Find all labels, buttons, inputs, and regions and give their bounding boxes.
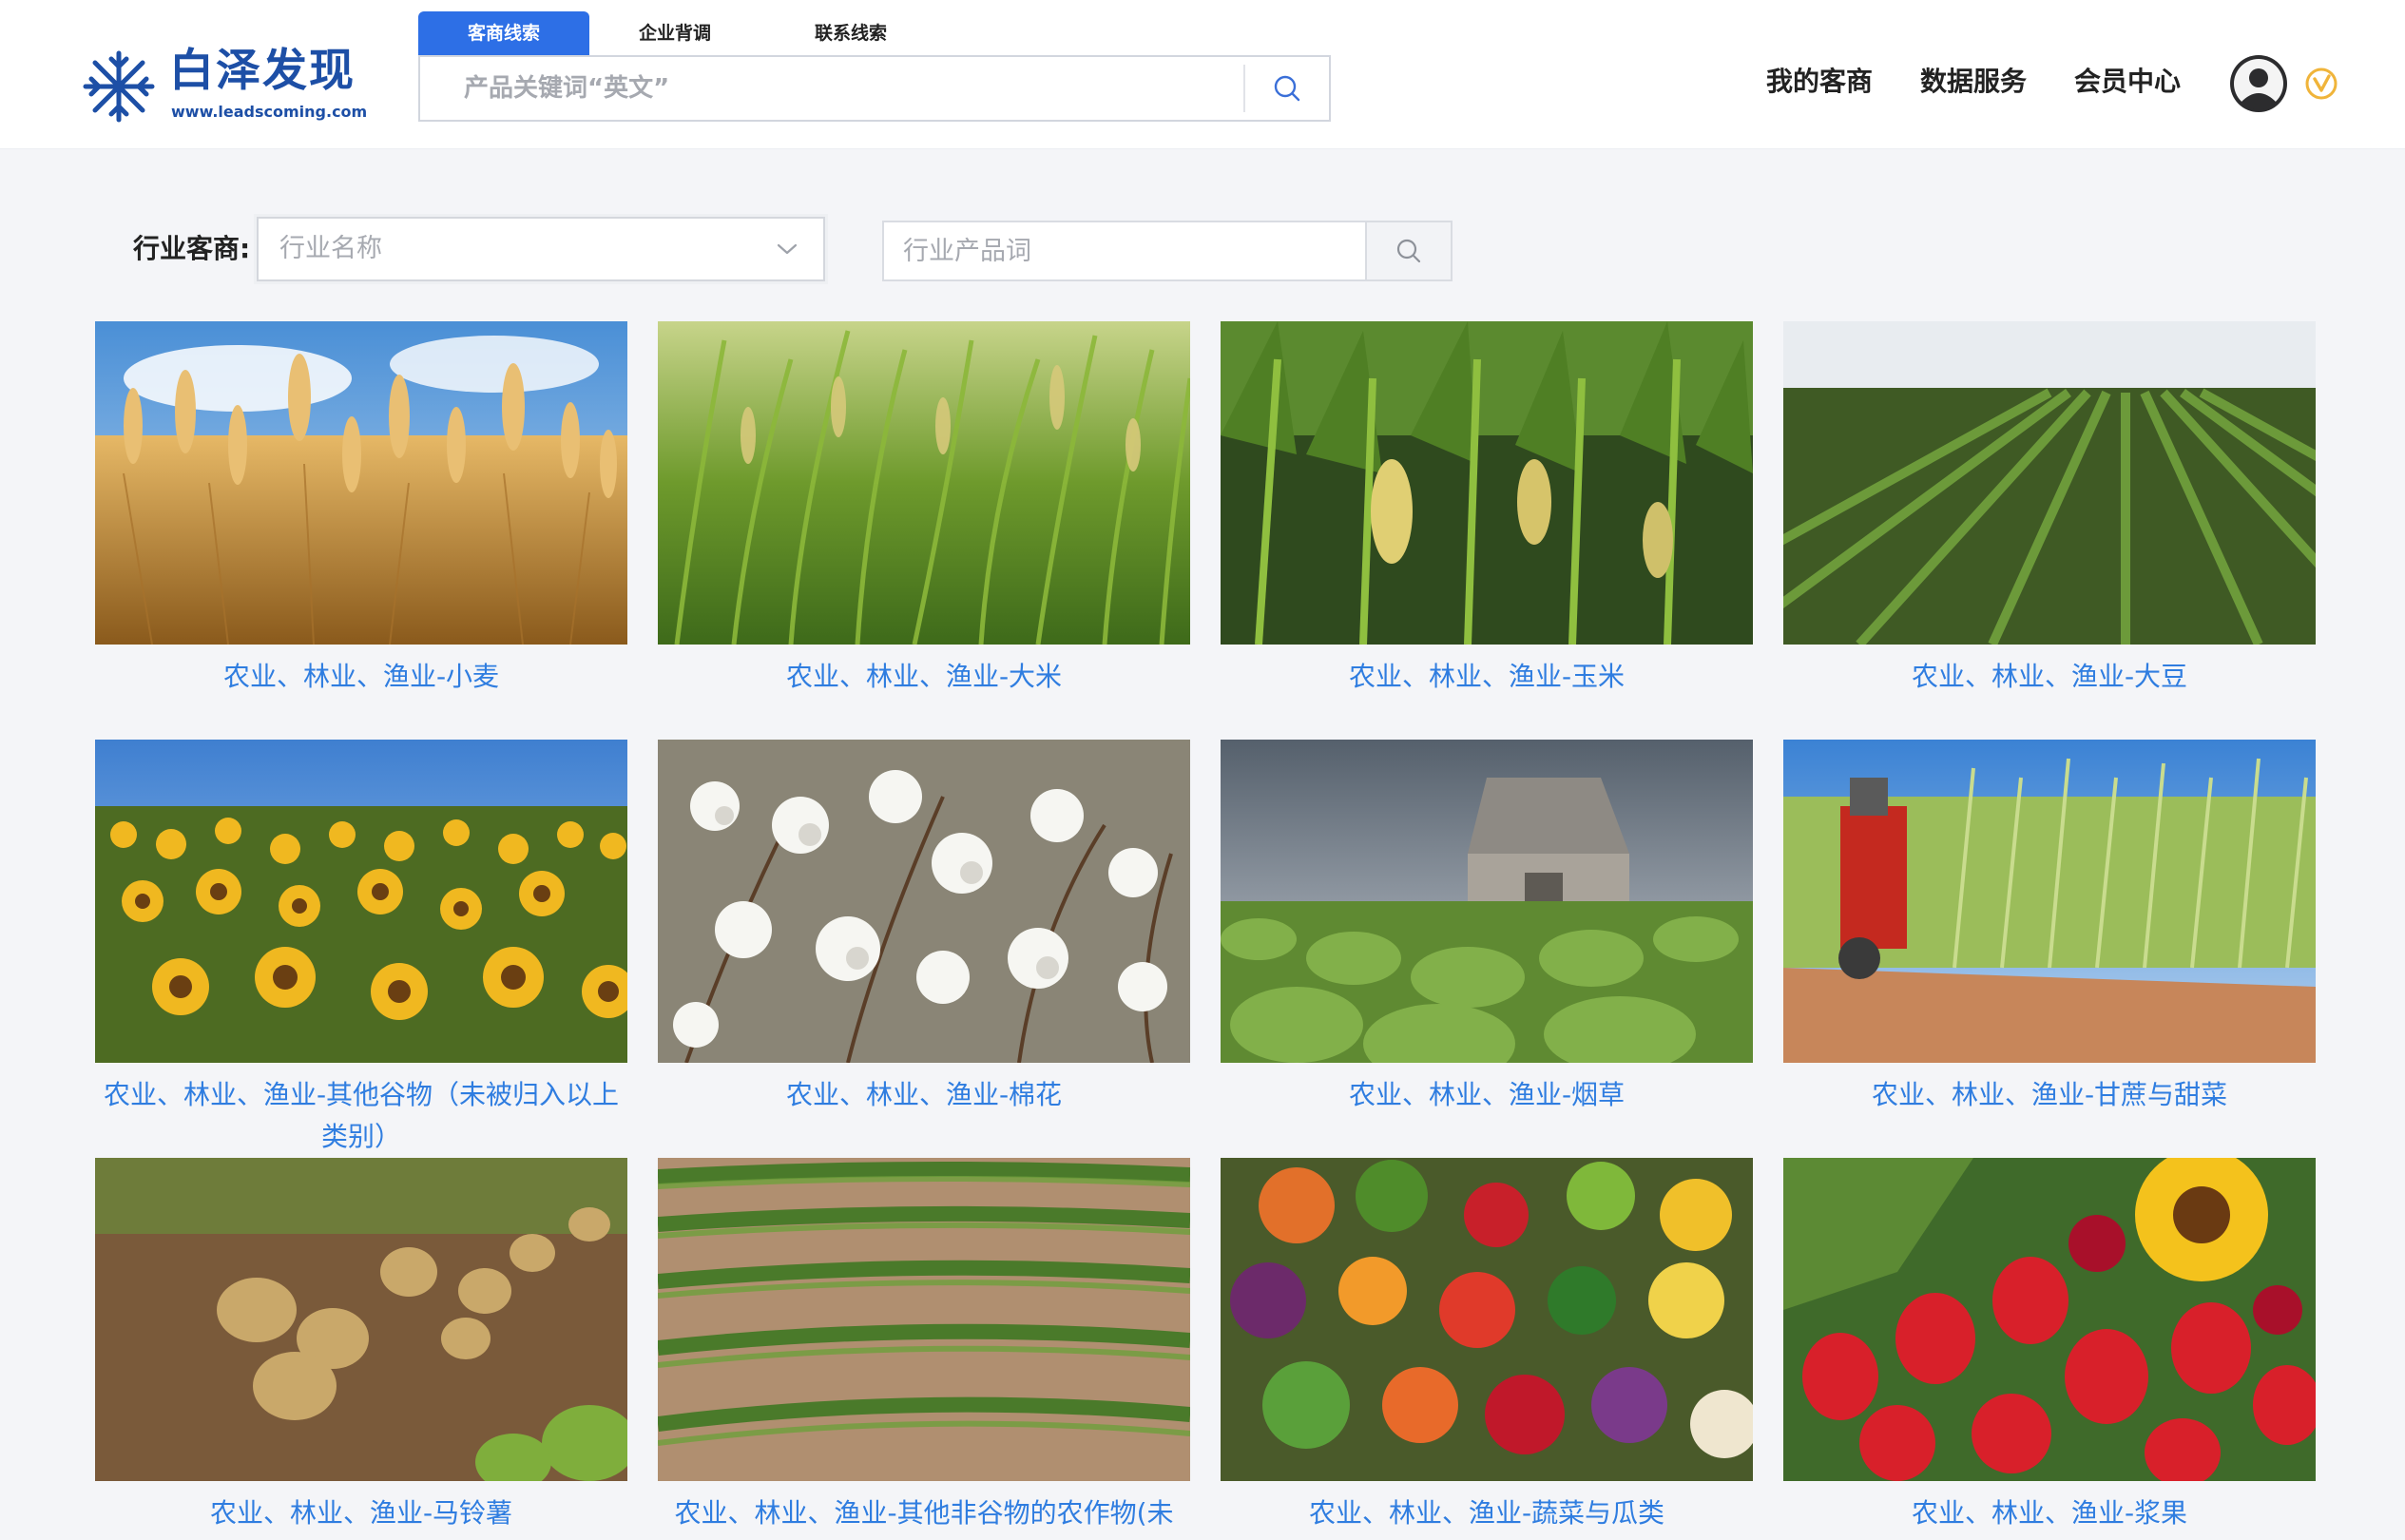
tab-contact-leads[interactable]: 联系线索 bbox=[760, 11, 941, 55]
snowflake-logo-icon bbox=[83, 50, 155, 123]
industry-card-caption[interactable]: 农业、林业、渔业-大米 bbox=[658, 656, 1190, 698]
industry-card-caption[interactable]: 农业、林业、渔业-其他谷物（未被归入以上类别） bbox=[95, 1074, 627, 1158]
product-keyword-input[interactable] bbox=[884, 222, 1363, 279]
strawberries-image bbox=[1783, 1158, 2316, 1481]
logo[interactable]: 白泽发现 www.leadscoming.com bbox=[80, 44, 367, 129]
vegetables-pile-image bbox=[1221, 1158, 1753, 1481]
avatar[interactable] bbox=[2230, 55, 2287, 112]
search-box bbox=[418, 55, 1331, 122]
industry-card-caption[interactable]: 农业、林业、渔业-玉米 bbox=[1221, 656, 1753, 698]
industry-card[interactable]: 农业、林业、渔业-甘蔗与甜菜 bbox=[1783, 740, 2316, 1116]
user-avatar-icon bbox=[2231, 56, 2286, 111]
crop-rows-image bbox=[658, 1158, 1190, 1481]
industry-card-caption[interactable]: 农业、林业、渔业-大豆 bbox=[1783, 656, 2316, 698]
tobacco-field-barn-image bbox=[1221, 740, 1753, 1063]
soybean-rows-image bbox=[1783, 321, 2316, 645]
industry-card[interactable]: 农业、林业、渔业-大豆 bbox=[1783, 321, 2316, 698]
industry-card[interactable]: 农业、林业、渔业-小麦 bbox=[95, 321, 627, 698]
sugarcane-harvester-image bbox=[1783, 740, 2316, 1063]
industry-card[interactable]: 农业、林业、渔业-棉花 bbox=[658, 740, 1190, 1116]
nav-member-center[interactable]: 会员中心 bbox=[2074, 61, 2181, 103]
potatoes-soil-image bbox=[95, 1158, 627, 1481]
industry-card[interactable]: 农业、林业、渔业-玉米 bbox=[1221, 321, 1753, 698]
industry-card[interactable]: 农业、林业、渔业-大米 bbox=[658, 321, 1190, 698]
filter-label: 行业客商: bbox=[133, 233, 251, 264]
industry-card-caption[interactable]: 农业、林业、渔业-其他非谷物的农作物(未 bbox=[658, 1492, 1190, 1534]
cotton-plants-image bbox=[658, 740, 1190, 1063]
industry-card-caption[interactable]: 农业、林业、渔业-小麦 bbox=[95, 656, 627, 698]
industry-card-caption[interactable]: 农业、林业、渔业-甘蔗与甜菜 bbox=[1783, 1074, 2316, 1116]
search-icon bbox=[1396, 239, 1421, 263]
logo-title: 白泽发现 bbox=[169, 45, 356, 97]
main-nav: 我的客商 数据服务 会员中心 bbox=[1766, 61, 2181, 103]
industry-card[interactable]: 农业、林业、渔业-其他谷物（未被归入以上类别） bbox=[95, 740, 627, 1158]
corn-field-image bbox=[1221, 321, 1753, 645]
tab-leads[interactable]: 客商线索 bbox=[418, 11, 589, 55]
industry-card[interactable]: 农业、林业、渔业-其他非谷物的农作物(未 bbox=[658, 1158, 1190, 1534]
industry-card-caption[interactable]: 农业、林业、渔业-马铃薯 bbox=[95, 1492, 627, 1534]
tab-company-check[interactable]: 企业背调 bbox=[589, 11, 760, 55]
product-search-button[interactable] bbox=[1365, 222, 1451, 279]
industry-card-caption[interactable]: 农业、林业、渔业-浆果 bbox=[1783, 1492, 2316, 1534]
top-header: 白泽发现 www.leadscoming.com 客商线索 企业背调 联系线索 … bbox=[0, 0, 2405, 148]
industry-select-placeholder: 行业名称 bbox=[279, 234, 382, 263]
chevron-down-icon bbox=[777, 243, 798, 255]
wheat-field-image bbox=[95, 321, 627, 645]
nav-data-services[interactable]: 数据服务 bbox=[1920, 61, 2027, 103]
sunflower-field-image bbox=[95, 740, 627, 1063]
search-icon bbox=[1274, 75, 1300, 102]
industry-card[interactable]: 农业、林业、渔业-蔬菜与瓜类 bbox=[1221, 1158, 1753, 1534]
search-divider bbox=[1243, 65, 1245, 112]
industry-card-caption[interactable]: 农业、林业、渔业-烟草 bbox=[1221, 1074, 1753, 1116]
vip-badge-icon[interactable] bbox=[2304, 67, 2338, 101]
search-button[interactable] bbox=[1247, 59, 1327, 118]
search-input[interactable] bbox=[422, 59, 1240, 118]
industry-card[interactable]: 农业、林业、渔业-浆果 bbox=[1783, 1158, 2316, 1534]
industry-card[interactable]: 农业、林业、渔业-烟草 bbox=[1221, 740, 1753, 1116]
industry-card-caption[interactable]: 农业、林业、渔业-棉花 bbox=[658, 1074, 1190, 1116]
industry-card[interactable]: 农业、林业、渔业-马铃薯 bbox=[95, 1158, 627, 1534]
industry-card-caption[interactable]: 农业、林业、渔业-蔬菜与瓜类 bbox=[1221, 1492, 1753, 1534]
main-search: 客商线索 企业背调 联系线索 bbox=[418, 11, 1331, 125]
product-search bbox=[882, 221, 1453, 281]
search-tabs: 客商线索 企业背调 联系线索 bbox=[418, 11, 941, 55]
logo-url: www.leadscoming.com bbox=[171, 103, 368, 121]
nav-my-clients[interactable]: 我的客商 bbox=[1766, 61, 1873, 103]
industry-select[interactable]: 行业名称 bbox=[257, 217, 825, 281]
rice-plants-image bbox=[658, 321, 1190, 645]
